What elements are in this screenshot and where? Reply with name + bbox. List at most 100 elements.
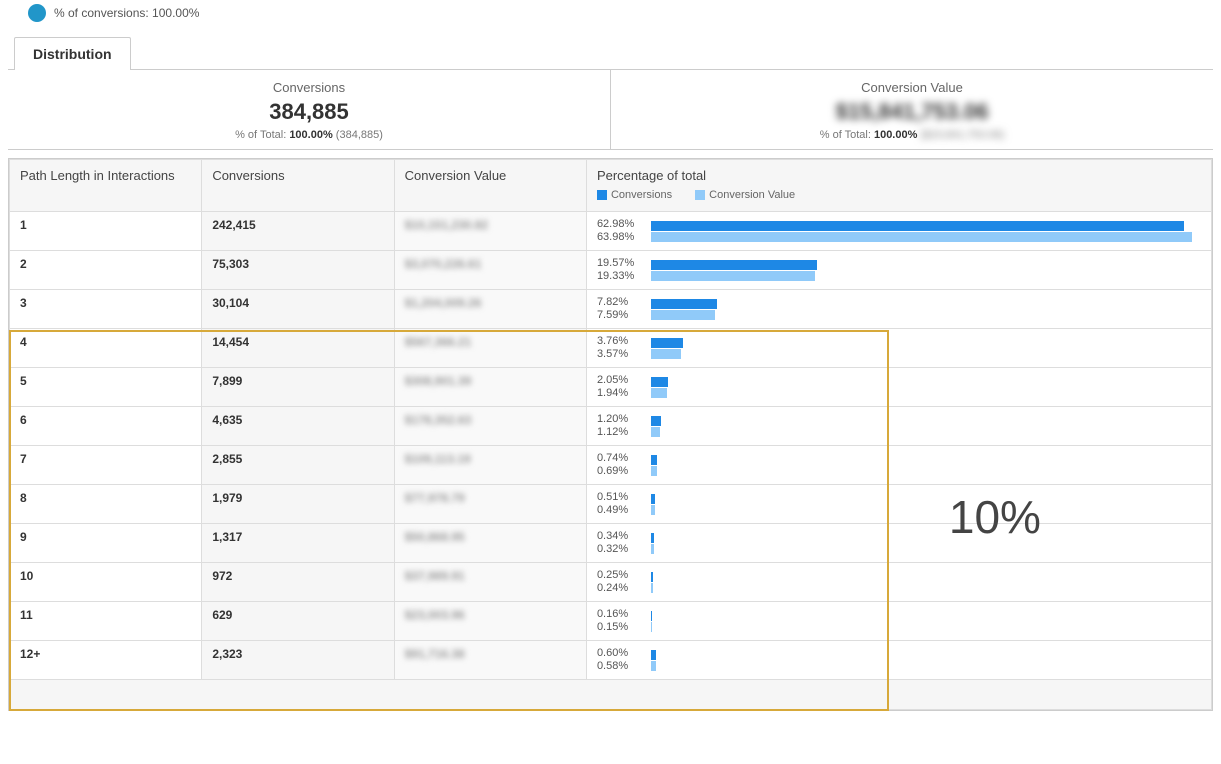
metric-value-blurred: $15,841,753.06 — [611, 95, 1213, 129]
cell-path: 6 — [10, 407, 202, 446]
bar-conversions — [651, 572, 653, 582]
cell-percentage: 0.16%0.15% — [586, 602, 1211, 641]
pct-bars — [647, 259, 1201, 282]
metric-conversion-value: Conversion Value $15,841,753.06 % of Tot… — [610, 70, 1213, 149]
col-conversion-value[interactable]: Conversion Value — [394, 160, 586, 212]
cell-conversion-value: $10,151,230.82 — [394, 212, 586, 251]
cell-conversions: 242,415 — [202, 212, 394, 251]
table-body: 1242,415$10,151,230.8262.98%63.98%275,30… — [10, 212, 1212, 680]
pct-labels: 0.16%0.15% — [597, 608, 647, 634]
cell-path: 2 — [10, 251, 202, 290]
metric-title: Conversions — [8, 80, 610, 95]
bar-conversion-value — [651, 310, 715, 320]
cell-conversions: 2,323 — [202, 641, 394, 680]
cell-conversions: 30,104 — [202, 290, 394, 329]
pct-labels: 0.25%0.24% — [597, 569, 647, 595]
table-row[interactable]: 1242,415$10,151,230.8262.98%63.98% — [10, 212, 1212, 251]
table-row[interactable]: 12+2,323$91,716.38 0.60%0.58% — [10, 641, 1212, 680]
cell-conversion-value: $178,352.63 — [394, 407, 586, 446]
cell-conversions: 1,317 — [202, 524, 394, 563]
col-path-length[interactable]: Path Length in Interactions — [10, 160, 202, 212]
cell-conversions: 75,303 — [202, 251, 394, 290]
col-conversions[interactable]: Conversions — [202, 160, 394, 212]
bar-conversions — [651, 494, 655, 504]
pct-bars — [647, 649, 1201, 672]
bar-conversions — [651, 299, 717, 309]
table-row[interactable]: 414,454$567,366.213.76%3.57% — [10, 329, 1212, 368]
bar-conversion-value — [651, 466, 657, 476]
pct-bars — [647, 337, 1201, 360]
pct-labels: 19.57%19.33% — [597, 257, 647, 283]
table-row[interactable]: 10972$37,989.910.25%0.24% — [10, 563, 1212, 602]
bar-conversion-value — [651, 544, 654, 554]
percentage-legend: Conversions Conversion Value — [597, 189, 1201, 203]
table-row[interactable]: 64,635$178,352.63 1.20%1.12% — [10, 407, 1212, 446]
metric-subtotal: % of Total: 100.00% (384,885) — [8, 129, 610, 141]
pct-labels: 0.51%0.49% — [597, 491, 647, 517]
table-row[interactable]: 330,104$1,204,009.26 7.82%7.59% — [10, 290, 1212, 329]
pct-labels: 0.34%0.32% — [597, 530, 647, 556]
table-row[interactable]: 91,317$50,868.950.34%0.32% — [10, 524, 1212, 563]
bar-conversions — [651, 650, 656, 660]
pct-bars — [647, 493, 1201, 516]
cell-path: 4 — [10, 329, 202, 368]
bar-conversion-value — [651, 388, 667, 398]
cell-path: 7 — [10, 446, 202, 485]
pct-labels: 0.74%0.69% — [597, 452, 647, 478]
bar-conversion-value — [651, 583, 653, 593]
cell-conversion-value: $1,204,009.26 — [394, 290, 586, 329]
bar-conversions — [651, 377, 668, 387]
metric-conversions: Conversions 384,885 % of Total: 100.00% … — [8, 70, 610, 149]
cell-percentage: 7.82%7.59% — [586, 290, 1211, 329]
chart-legend: % of conversions: 100.00% — [8, 0, 1213, 32]
cell-conversions: 2,855 — [202, 446, 394, 485]
cell-percentage: 0.74%0.69% — [586, 446, 1211, 485]
cell-conversions: 1,979 — [202, 485, 394, 524]
legend-swatch-icon — [28, 4, 46, 22]
bar-conversions — [651, 416, 661, 426]
cell-conversion-value: $308,901.39 — [394, 368, 586, 407]
pct-bars — [647, 376, 1201, 399]
cell-conversion-value: $567,366.21 — [394, 329, 586, 368]
table-row[interactable]: 57,899$308,901.392.05%1.94% — [10, 368, 1212, 407]
bar-conversion-value — [651, 622, 652, 632]
bar-conversion-value — [651, 349, 681, 359]
pct-bars — [647, 298, 1201, 321]
data-table: Path Length in Interactions Conversions … — [9, 159, 1212, 710]
cell-path: 3 — [10, 290, 202, 329]
table-row[interactable]: 275,303$3,070,226.61 19.57%19.33% — [10, 251, 1212, 290]
cell-conversions: 972 — [202, 563, 394, 602]
cell-percentage: 19.57%19.33% — [586, 251, 1211, 290]
table-row[interactable]: 72,855$109,113.19 0.74%0.69% — [10, 446, 1212, 485]
bar-conversion-value — [651, 505, 655, 515]
cell-path: 5 — [10, 368, 202, 407]
cell-conversion-value: $3,070,226.61 — [394, 251, 586, 290]
metric-title: Conversion Value — [611, 80, 1213, 95]
pct-bars — [647, 220, 1201, 243]
tab-distribution[interactable]: Distribution — [14, 37, 131, 70]
cell-conversion-value: $23,003.96 — [394, 602, 586, 641]
cell-path: 10 — [10, 563, 202, 602]
cell-percentage: 1.20%1.12% — [586, 407, 1211, 446]
bar-conversions — [651, 260, 817, 270]
bar-conversion-value — [651, 232, 1192, 242]
cell-conversion-value: $91,716.38 — [394, 641, 586, 680]
cell-conversion-value: $77,978.79 — [394, 485, 586, 524]
cell-percentage: 2.05%1.94% — [586, 368, 1211, 407]
table-row[interactable]: 81,979$77,978.790.51%0.49% — [10, 485, 1212, 524]
table-row[interactable]: 11629$23,003.960.16%0.15% — [10, 602, 1212, 641]
metric-header: Conversions 384,885 % of Total: 100.00% … — [8, 70, 1213, 150]
cell-conversions: 14,454 — [202, 329, 394, 368]
bar-conversions — [651, 221, 1184, 231]
pct-labels: 0.60%0.58% — [597, 647, 647, 673]
cell-percentage: 62.98%63.98% — [586, 212, 1211, 251]
cell-path: 12+ — [10, 641, 202, 680]
pct-labels: 7.82%7.59% — [597, 296, 647, 322]
cell-conversion-value: $109,113.19 — [394, 446, 586, 485]
col-percentage[interactable]: Percentage of total Conversions Conversi… — [586, 160, 1211, 212]
bar-conversions — [651, 338, 683, 348]
swatch-conversions-icon — [597, 190, 607, 200]
data-table-wrap: Path Length in Interactions Conversions … — [8, 158, 1213, 711]
cell-conversions: 4,635 — [202, 407, 394, 446]
pct-labels: 1.20%1.12% — [597, 413, 647, 439]
